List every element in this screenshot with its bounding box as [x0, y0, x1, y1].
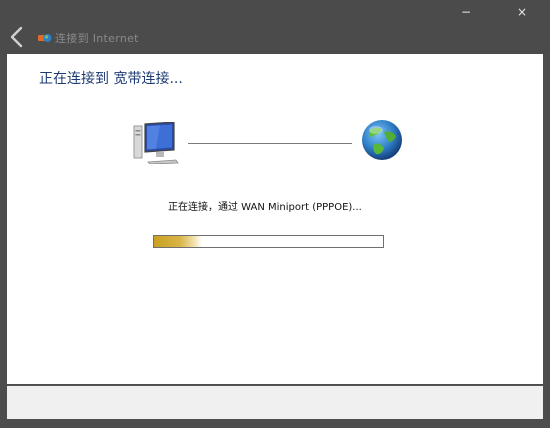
close-button[interactable]: × [514, 6, 530, 18]
dialog-footer [7, 385, 543, 419]
progress-fill [154, 236, 203, 247]
back-button[interactable] [8, 26, 26, 48]
connection-line [188, 143, 352, 144]
computer-icon [133, 122, 179, 164]
progress-bar [153, 235, 384, 248]
back-arrow-icon [10, 26, 23, 48]
globe-icon [362, 120, 402, 160]
network-connection-icon [38, 34, 52, 42]
connect-dialog-window: − × 连接到 Internet 正在连接到 宽带连接... 正在连接，通过 W… [0, 0, 550, 428]
connection-status: 正在连接，通过 WAN Miniport (PPPOE)... [168, 202, 362, 213]
title-bar: − × 连接到 Internet [0, 0, 550, 54]
page-heading: 正在连接到 宽带连接... [39, 71, 183, 87]
minimize-button[interactable]: − [458, 6, 474, 18]
window-title: 连接到 Internet [55, 32, 139, 45]
main-content: 正在连接到 宽带连接... 正在连接，通过 WAN Miniport (PPPO… [7, 54, 543, 384]
